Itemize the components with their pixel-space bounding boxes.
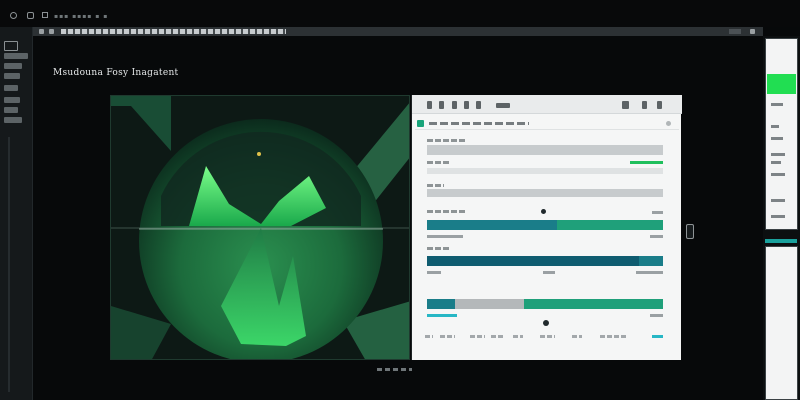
dock-icon-2[interactable] (786, 30, 790, 34)
field-note-1 (427, 235, 463, 238)
progress-fill-1 (427, 220, 557, 230)
progress-bar-3[interactable] (427, 299, 663, 309)
reload-icon[interactable] (49, 29, 54, 34)
footer-item-7[interactable] (572, 335, 582, 338)
input-field-3[interactable] (427, 189, 663, 197)
dock-highlight (767, 74, 796, 94)
slider-thumb-1[interactable] (541, 209, 546, 214)
field-note-7 (650, 314, 663, 317)
toolbar-icon-1[interactable] (427, 101, 432, 109)
url-field[interactable] (61, 29, 286, 34)
back-arrow-icon[interactable] (10, 12, 17, 19)
dock-line-5 (771, 161, 781, 164)
dock-line-6 (771, 173, 785, 176)
toolbar-icon-2[interactable] (439, 101, 444, 109)
field-note-4 (543, 271, 555, 274)
field-label-1 (427, 139, 467, 142)
toolbar-icon-8[interactable] (642, 101, 647, 109)
section-title-text (429, 122, 529, 125)
footer-item-4[interactable] (491, 335, 505, 338)
field-label-5 (427, 247, 451, 250)
footer-item-8[interactable] (600, 335, 626, 338)
dock-line-8 (771, 215, 785, 218)
data-form-panel (411, 95, 682, 360)
footer-item-3[interactable] (470, 335, 485, 338)
toolbar-icon-4[interactable] (464, 101, 469, 109)
title-placeholder-text: ▪▪▪ ▪▪▪▪ ▪ ▪ (54, 13, 109, 20)
toolbar-icon-6[interactable] (496, 103, 510, 108)
panel-resize-handle[interactable] (686, 224, 694, 239)
tool-icon-7[interactable] (4, 107, 18, 113)
section-header[interactable] (415, 117, 679, 130)
dock-line-2 (771, 125, 779, 128)
menu-icon[interactable] (39, 29, 44, 34)
left-tool-strip (0, 27, 33, 400)
field-note-5 (636, 271, 663, 274)
tool-icon-8[interactable] (4, 117, 22, 123)
field-note-3 (427, 271, 441, 274)
footer-item-2[interactable] (440, 335, 455, 338)
dock-line-4 (771, 153, 785, 156)
right-dock (763, 36, 800, 400)
gear-icon[interactable] (750, 29, 755, 34)
dock-card-1[interactable] (765, 38, 798, 230)
address-bar[interactable] (33, 27, 763, 36)
tool-icon-4[interactable] (4, 73, 20, 79)
footer-item-6[interactable] (540, 335, 555, 338)
collapse-icon[interactable] (666, 121, 671, 126)
field-label-3 (427, 184, 444, 187)
forward-arrow-icon[interactable] (27, 12, 34, 19)
progress-rest-3 (523, 299, 663, 309)
dock-line-1 (771, 103, 783, 106)
field-note-2 (650, 235, 663, 238)
dock-line-3 (771, 137, 783, 140)
input-field-2[interactable] (427, 168, 663, 174)
field-note-6 (427, 314, 457, 317)
toolbar-icon-9[interactable] (657, 101, 662, 109)
progress-rest-1 (556, 220, 663, 230)
progress-fill-2 (427, 256, 640, 266)
tool-icon-6[interactable] (4, 97, 20, 103)
extension-icon[interactable] (729, 29, 741, 34)
field-valid-indicator (630, 161, 663, 164)
dock-icon-1[interactable] (775, 30, 779, 34)
dock-card-2[interactable] (765, 246, 798, 400)
marker-dot (257, 152, 261, 156)
slider-thumb-2[interactable] (543, 320, 549, 326)
waveform-graphic (111, 96, 409, 359)
progress-fill-3 (427, 299, 456, 309)
toolbar-icon-7[interactable] (622, 101, 629, 109)
progress-bar-1[interactable] (427, 220, 663, 230)
page-heading: Msudouna Fosy Inagatent (53, 68, 179, 78)
field-label-4 (427, 210, 467, 213)
section-badge-icon (417, 120, 424, 127)
toolbar-icon-3[interactable] (452, 101, 457, 109)
dock-teal-strip (765, 239, 797, 243)
tool-icon-2[interactable] (4, 53, 28, 59)
value-readout-1 (652, 211, 663, 214)
tool-icon-3[interactable] (4, 63, 22, 69)
progress-mid-3 (455, 299, 524, 309)
field-label-2 (427, 161, 449, 164)
footer-item-9[interactable] (652, 335, 663, 338)
footer-item-5[interactable] (513, 335, 523, 338)
progress-rest-2 (639, 256, 663, 266)
dock-line-7 (771, 199, 785, 202)
toolbar-icon-5[interactable] (476, 101, 481, 109)
window-title-bar: ▪▪▪ ▪▪▪▪ ▪ ▪ (0, 0, 800, 27)
panel-toolbar (412, 95, 682, 114)
tool-icon-1[interactable] (4, 41, 18, 51)
canvas-status-indicator (377, 368, 412, 371)
visualization-canvas[interactable] (110, 95, 410, 360)
tool-icon-5[interactable] (4, 85, 18, 91)
home-icon[interactable] (42, 12, 48, 18)
progress-bar-2[interactable] (427, 256, 663, 266)
footer-item-1[interactable] (425, 335, 433, 338)
left-strip-divider (8, 137, 10, 392)
input-field-1[interactable] (427, 145, 663, 155)
